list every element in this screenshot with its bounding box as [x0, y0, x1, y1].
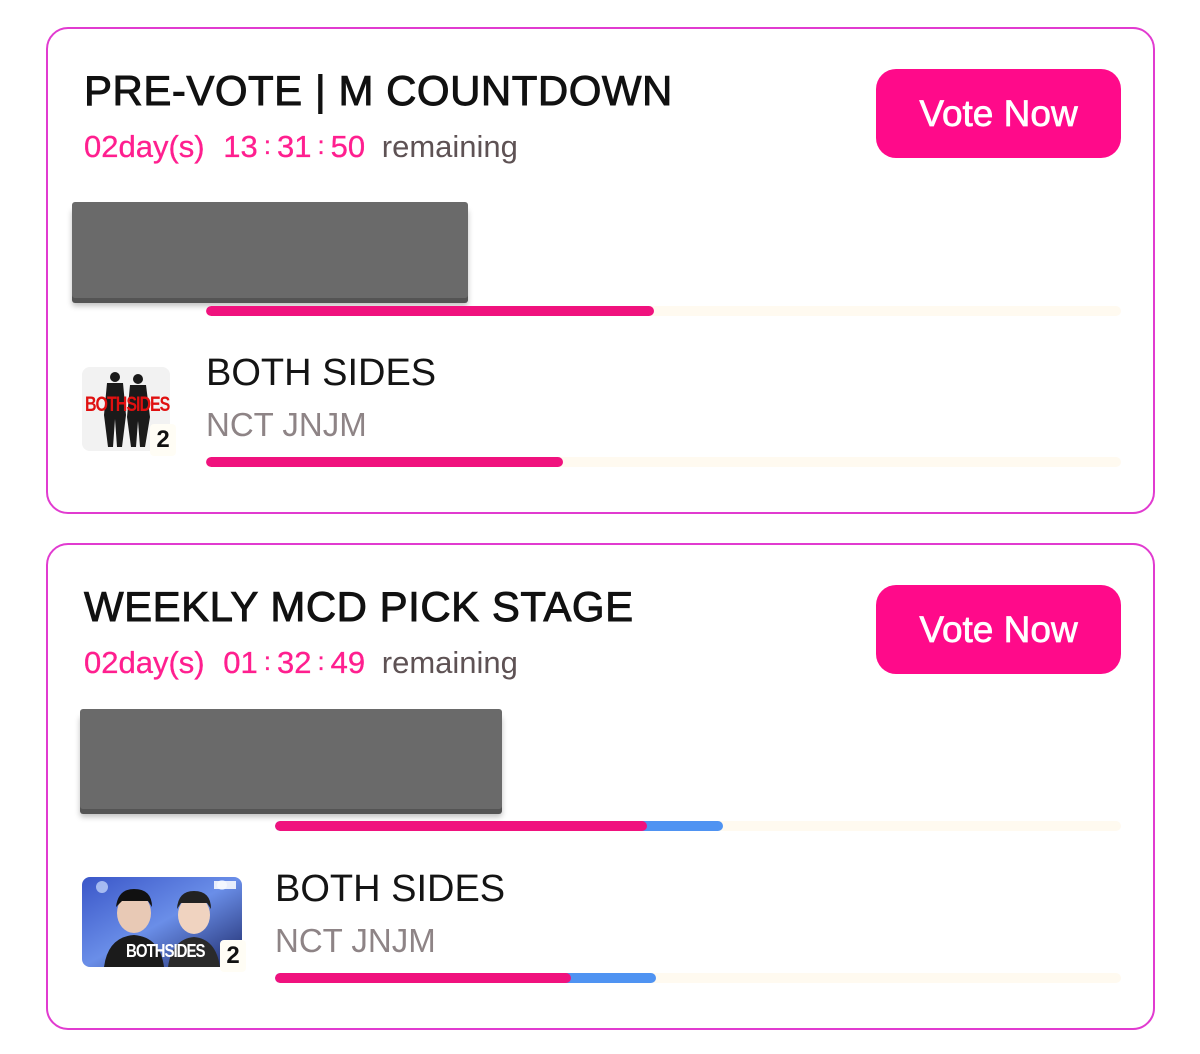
- overall-progress-bar: [206, 306, 1121, 316]
- overall-progress-bar: [275, 821, 1121, 831]
- progress-fill-pink: [206, 457, 563, 467]
- progress-fill-pink: [275, 973, 572, 983]
- vote-card-pre-vote: PRE-VOTE | M COUNTDOWN 02day(s) 13:31:50…: [46, 27, 1155, 514]
- colon-separator: :: [317, 646, 325, 676]
- artist-name: NCT JNJM: [206, 406, 367, 443]
- card-title: WEEKLY MCD PICK STAGE: [84, 583, 634, 631]
- rank-badge: 2: [220, 940, 246, 972]
- colon-separator: :: [263, 646, 272, 676]
- countdown-seconds: 50: [330, 129, 366, 164]
- progress-fill-pink: [275, 821, 648, 831]
- countdown-minutes: 31: [276, 129, 312, 164]
- vote-now-button[interactable]: Vote Now: [876, 69, 1121, 158]
- countdown-suffix: remaining: [381, 645, 518, 680]
- countdown-timer: 02day(s) 13:31:50 remaining: [84, 129, 518, 165]
- video-thumbnail: BOTHSIDES: [82, 877, 242, 967]
- song-title: BOTH SIDES: [275, 868, 506, 910]
- countdown-hours: 13: [223, 129, 258, 164]
- progress-fill-pink: [206, 306, 655, 316]
- colon-separator: :: [263, 130, 272, 160]
- countdown-hours: 01: [223, 645, 258, 680]
- countdown-seconds: 49: [330, 645, 366, 680]
- thumb-text: BOTHSIDES: [85, 394, 170, 417]
- song-title: BOTH SIDES: [206, 352, 437, 394]
- countdown-suffix: remaining: [381, 129, 518, 164]
- rank-badge: 2: [150, 424, 176, 456]
- card-title: PRE-VOTE | M COUNTDOWN: [84, 67, 673, 115]
- redacted-block: [80, 709, 502, 809]
- artist-name: NCT JNJM: [275, 922, 436, 959]
- countdown-days: 02day(s): [84, 645, 205, 680]
- vote-now-button[interactable]: Vote Now: [876, 585, 1121, 674]
- thumb-text: BOTHSIDES: [126, 941, 206, 962]
- countdown-days: 02day(s): [84, 129, 205, 164]
- entry-progress-bar: [206, 457, 1121, 467]
- countdown-timer: 02day(s) 01:32:49 remaining: [84, 645, 518, 681]
- vote-card-weekly-pick: WEEKLY MCD PICK STAGE 02day(s) 01:32:49 …: [46, 543, 1155, 1030]
- colon-separator: :: [317, 130, 325, 160]
- redacted-block: [72, 202, 468, 298]
- entry-progress-bar: [275, 973, 1121, 983]
- countdown-minutes: 32: [276, 645, 312, 680]
